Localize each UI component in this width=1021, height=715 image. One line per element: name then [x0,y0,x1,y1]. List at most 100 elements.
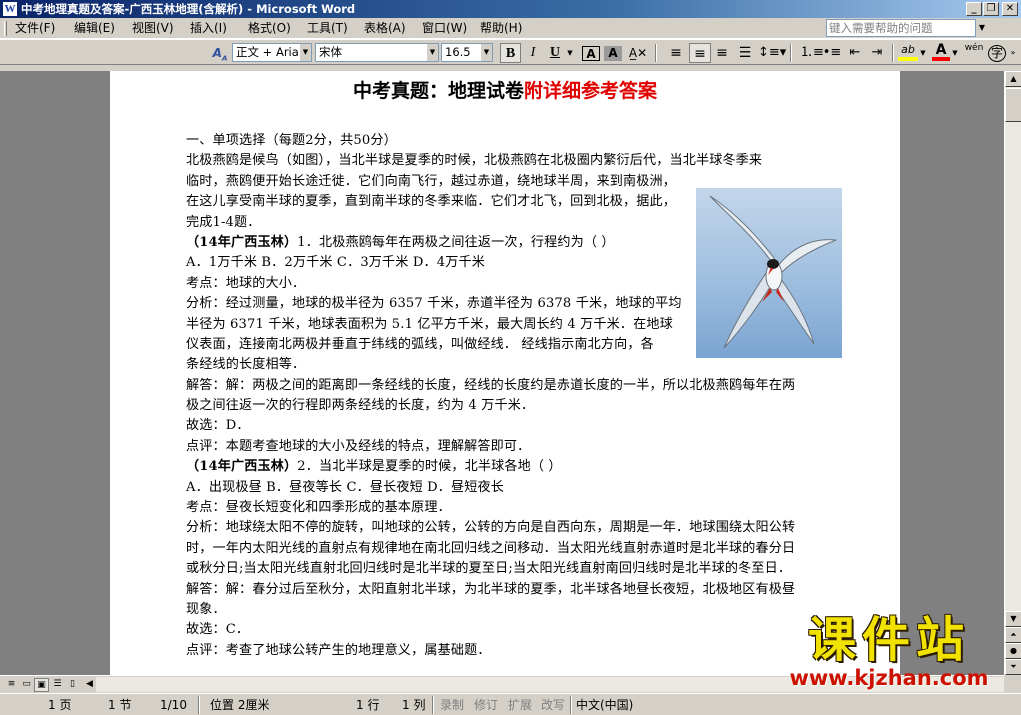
doc-line: （14年广西玉林）2．当北半球是夏季的时候，北半球各地（ ） [186,457,836,477]
align-left-icon[interactable]: ≡ [667,43,685,63]
char-shading-button[interactable]: A [604,46,622,61]
doc-line: 时，一年内太阳光线的直射点有规律地在南北回归线之间移动．当太阳光线直射赤道时是北… [186,539,836,559]
font-size-combo[interactable]: 16.5 ▼ [441,43,493,62]
doc-line-text: 考点：地球的大小． [186,275,306,291]
styles-pane-icon[interactable]: AA [210,43,230,63]
scroll-thumb[interactable] [1005,88,1021,122]
menu-file[interactable]: 文件(F) [15,21,55,36]
doc-line: 完成1-4题． [186,213,836,233]
scroll-up-icon[interactable]: ▲ [1005,71,1021,87]
help-search-input[interactable]: 键入需要帮助的问题 [826,19,976,37]
menu-window[interactable]: 窗口(W) [422,21,467,36]
menu-table[interactable]: 表格(A) [364,21,406,36]
align-right-icon[interactable]: ≡ [713,43,731,63]
watermark-url: www.kjzhan.com [789,666,989,690]
doc-line-text: 半径为 6371 千米，地球表面积为 5.1 亿平方千米，最大周长约 4 万千米… [186,316,673,332]
status-overtype[interactable]: 改写 [541,697,565,713]
print-layout-icon[interactable]: ▣ [34,678,49,692]
status-track-changes[interactable]: 修订 [474,697,498,713]
chevron-down-icon: ▼ [427,44,438,61]
doc-line: 分析：经过测量，地球的极半径为 6357 千米，赤道半径为 6378 千米，地球… [186,294,836,314]
document-page[interactable]: 中考真题：地理试卷附详细参考答案 一、单项选择（每题2分，共50分） 北极燕鸥是… [110,71,900,675]
document-body: 一、单项选择（每题2分，共50分） 北极燕鸥是候鸟（如图），当北半球是夏季的时候… [186,131,836,661]
menu-view[interactable]: 视图(V) [132,21,174,36]
style-combo[interactable]: 正文 + Aria ▼ [232,43,312,62]
doc-line: 考点：昼夜长短变化和四季形成的基本原理． [186,498,836,518]
word-app-icon[interactable]: W [3,2,17,16]
toolbar-separator [892,44,894,62]
web-view-icon[interactable]: ▭ [19,678,34,692]
doc-line-text: 仪表面，连接南北两极并垂直于纬线的弧线，叫做经线． 经线指示南北方向，各 [186,336,654,352]
char-border-button[interactable]: A [582,46,600,61]
doc-line-text: 在这儿享受南半球的夏季，直到南半球的冬季来临．它们才北飞，回到北极，据此， [186,194,677,210]
doc-line: 条经线的长度相等． [186,355,836,375]
menu-insert[interactable]: 插入(I) [190,21,227,36]
title-part-black: 中考真题：地理试卷 [352,80,524,102]
underline-dropdown-icon[interactable]: ▼ [566,43,574,63]
doc-line-text: 或秋分日;当太阳光线直射北回归线时是北半球的夏至日;当太阳光线直射南回归线时是北… [186,561,792,577]
justify-icon[interactable]: ☰ [736,43,754,63]
menu-help[interactable]: 帮助(H) [480,21,522,36]
status-extend[interactable]: 扩展 [508,697,532,713]
menu-edit[interactable]: 编辑(E) [74,21,115,36]
normal-view-icon[interactable]: ≡ [4,678,19,692]
status-section: 1 节 [108,698,132,712]
help-dropdown-icon[interactable]: ▼ [976,19,988,37]
line-spacing-icon[interactable]: ↕≡▾ [758,43,786,63]
highlight-dropdown-icon[interactable]: ▼ [919,43,927,63]
doc-line: 极之间往返一次的行程即两条经线的长度，约为 4 万千米． [186,396,836,416]
status-position: 位置 2厘米 [210,698,270,712]
minimize-button[interactable]: _ [966,2,982,16]
menu-format[interactable]: 格式(O) [248,21,291,36]
doc-line-text: 一、单项选择（每题2分，共50分） [186,133,397,148]
font-color-button[interactable]: A [932,43,950,61]
doc-line-text: 分析：地球绕太阳不停的旋转，叫地球的公转，公转的方向是自西向东，周期是一年．地球… [186,520,796,536]
doc-line-text: 点评：本题考查地球的大小及经线的特点，理解解答即可． [186,438,531,454]
doc-line: 分析：地球绕太阳不停的旋转，叫地球的公转，公转的方向是自西向东，周期是一年．地球… [186,518,836,538]
vertical-scrollbar[interactable]: ▲ ▼ ⏶ ● ⏷ [1004,71,1021,675]
doc-line-text: 1．北极燕鸥每年在两极之间往返一次，行程约为（ ） [297,234,615,250]
numbering-icon[interactable]: ⒈≡ [800,43,824,63]
menu-tools[interactable]: 工具(T) [307,21,348,36]
status-language: 中文(中国) [576,698,634,712]
increase-indent-icon[interactable]: ⇥ [867,43,887,63]
underline-button[interactable]: U [545,43,565,63]
doc-line: 一、单项选择（每题2分，共50分） [186,131,836,151]
status-separator [198,696,200,714]
italic-button[interactable]: I [523,43,543,63]
status-column: 1 列 [402,698,426,712]
restore-button[interactable]: ❐ [983,2,999,16]
close-button[interactable]: ✕ [1002,2,1018,16]
phonetic-guide-button[interactable]: wén [963,43,985,63]
reading-view-icon[interactable]: ▯ [65,678,80,692]
doc-line: （14年广西玉林）1．北极燕鸥每年在两极之间往返一次，行程约为（ ） [186,233,836,253]
align-center-icon[interactable]: ≡ [689,43,711,63]
doc-line-source: （14年广西玉林） [186,234,298,250]
bullets-icon[interactable]: •≡ [822,43,842,63]
doc-line-text: 完成1-4题． [186,214,261,230]
doc-line: 解答：解：两极之间的距离即一条经线的长度，经线的长度约是赤道长度的一半，所以北极… [186,376,836,396]
scroll-left-icon[interactable]: ◀ [82,678,97,692]
document-title: 中考真题：地理试卷附详细参考答案 [110,77,900,105]
menubar-grip[interactable] [4,21,7,36]
toolbar-separator [790,44,792,62]
doc-line-text: 极之间往返一次的行程即两条经线的长度，约为 4 万千米． [186,398,535,414]
toolbar-options-icon[interactable]: » [1008,43,1018,63]
status-record[interactable]: 录制 [440,697,464,713]
window-title: 中考地理真题及答案-广西玉林地理(含解析) - Microsoft Word [21,2,356,16]
font-color-dropdown-icon[interactable]: ▼ [951,43,959,63]
enclose-char-button[interactable]: 字 [988,45,1006,62]
doc-line-source: （14年广西玉林） [186,459,298,475]
chevron-down-icon: ▼ [300,44,311,61]
outline-view-icon[interactable]: ☰ [50,678,65,692]
highlight-button[interactable]: ab [898,43,918,61]
doc-line-text: 临时，燕鸥便开始长途迁徙．它们向南飞行，越过赤道，绕地球半周，来到南极洲， [186,173,677,189]
doc-line-text: 条经线的长度相等． [186,357,306,373]
doc-line: A．出现极昼 B．昼夜等长 C．昼长夜短 D．昼短夜长 [186,478,836,498]
bold-button[interactable]: B [500,43,521,63]
font-combo[interactable]: 宋体 ▼ [315,43,439,62]
decrease-indent-icon[interactable]: ⇤ [845,43,865,63]
doc-line: 故选：C． [186,620,836,640]
char-scale-icon[interactable]: A̲✕ [625,43,651,63]
doc-line: 点评：考查了地球公转产生的地理意义，属基础题． [186,641,836,661]
